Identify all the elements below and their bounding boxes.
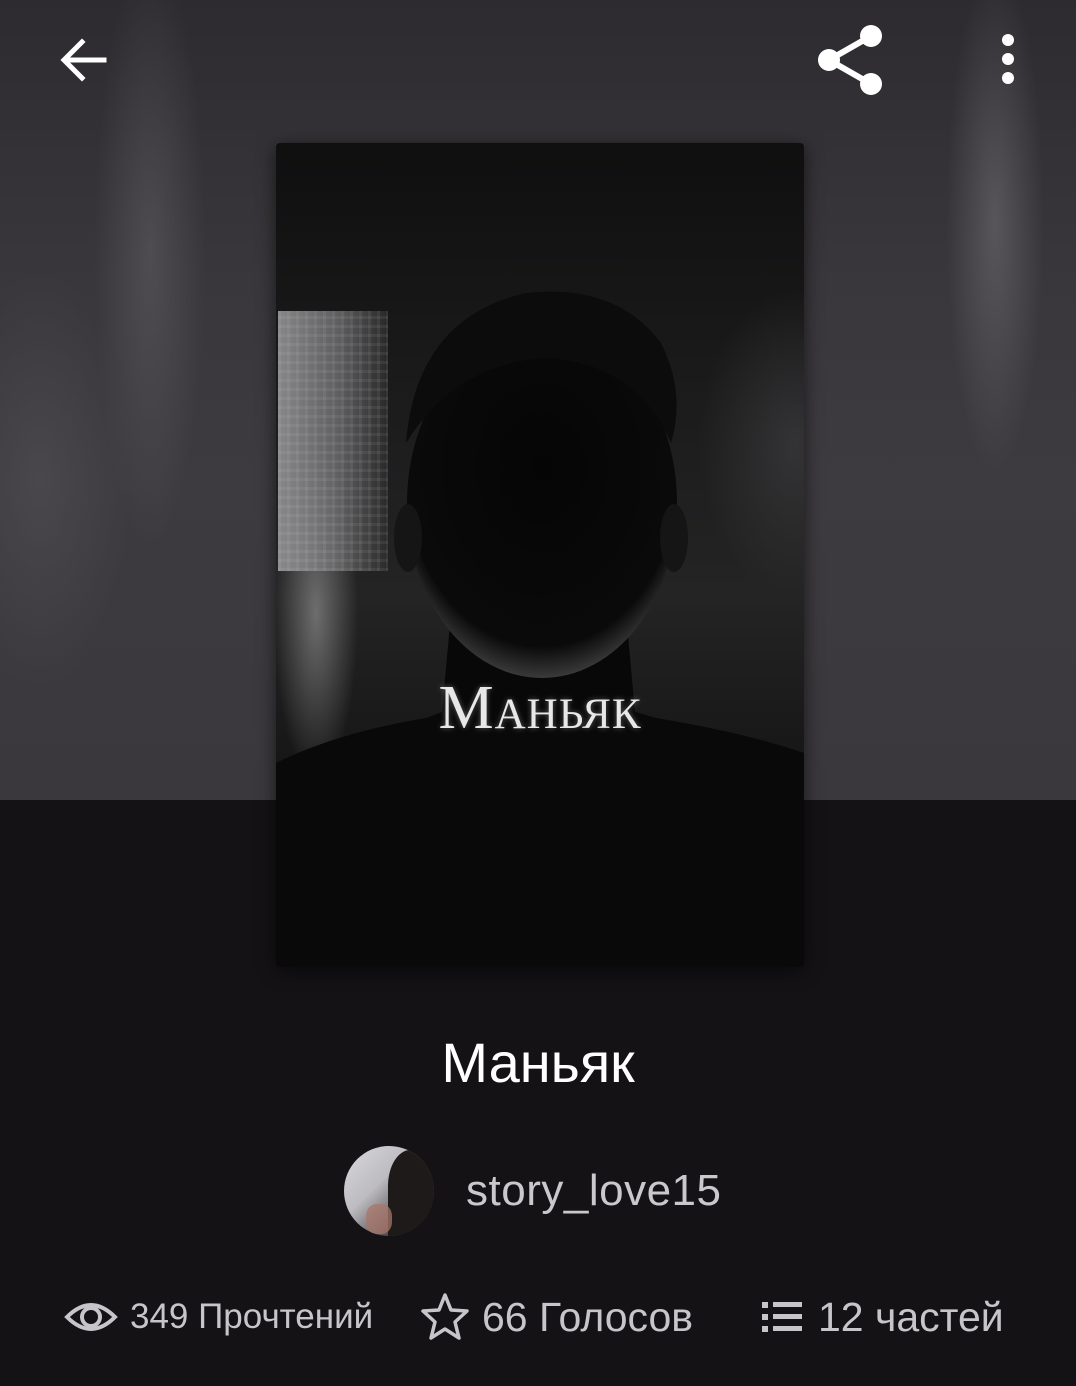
cover-silhouette	[276, 291, 804, 967]
author-link[interactable]: story_love15	[344, 1145, 721, 1237]
cover-title-text: Маньяк	[438, 674, 642, 742]
back-button[interactable]	[44, 20, 124, 100]
story-details-screen: Маньяк Маньяк story_love15 349 Прочтений…	[0, 0, 1076, 1386]
more-options-button[interactable]	[980, 22, 1036, 98]
share-button[interactable]	[806, 18, 896, 102]
arrow-left-icon	[60, 38, 107, 82]
author-username[interactable]: story_love15	[466, 1166, 721, 1216]
parts-count[interactable]: 12 частей	[818, 1294, 1004, 1341]
more-vertical-icon	[1002, 34, 1014, 84]
story-title: Маньяк	[441, 1031, 635, 1094]
parts-stat[interactable]: 12 частей	[760, 1284, 1004, 1350]
avatar[interactable]	[344, 1146, 434, 1236]
top-toolbar	[0, 0, 1076, 120]
star-icon	[420, 1292, 470, 1342]
list-icon	[760, 1297, 806, 1337]
reads-stat: 349 Прочтений	[64, 1284, 373, 1350]
reads-count: 349 Прочтений	[130, 1297, 374, 1336]
votes-stat: 66 Голосов	[420, 1284, 693, 1350]
votes-count: 66 Голосов	[482, 1293, 694, 1340]
eye-icon	[64, 1297, 118, 1337]
story-cover-image[interactable]: Маньяк	[276, 143, 804, 967]
avatar-hair-shape	[388, 1150, 434, 1236]
share-icon	[818, 25, 882, 95]
avatar-face-shape	[366, 1204, 392, 1234]
